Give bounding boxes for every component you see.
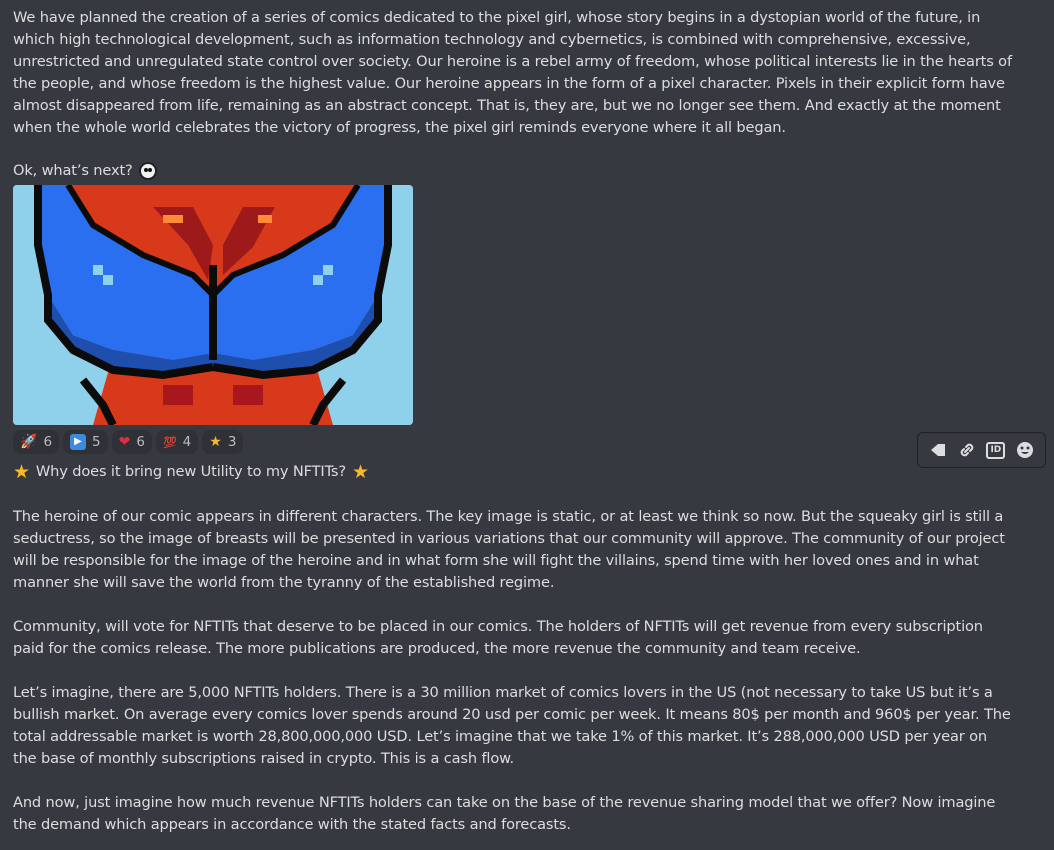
copy-id-icon: ID [986, 441, 1006, 459]
ok-line-text: Ok, what’s next? [13, 162, 133, 179]
add-reaction-icon [931, 444, 946, 456]
reaction-count: 6 [136, 434, 145, 450]
heading-text: Why does it bring new Utility to my NFTI… [35, 463, 346, 480]
copy-link-button[interactable] [955, 438, 979, 462]
reactions-bar: 🚀 6 ▶ 5 ❤ 6 💯 4 ★ 3 [13, 430, 244, 454]
star-icon: ★ [351, 460, 369, 483]
message-heading: ★ Why does it bring new Utility to my NF… [13, 461, 1013, 483]
reaction-rocket[interactable]: 🚀 6 [13, 430, 60, 454]
reaction-star[interactable]: ★ 3 [202, 430, 244, 454]
message-paragraph-4: Let’s imagine, there are 5,000 NFTITs ho… [13, 684, 1011, 767]
message-paragraph-5: And now, just imagine how much revenue N… [13, 794, 996, 833]
star-icon: ★ [209, 434, 222, 450]
panda-emoji-icon [138, 162, 157, 180]
star-icon: ★ [13, 460, 30, 483]
reaction-count: 3 [227, 434, 237, 450]
pixel-art-attachment[interactable] [13, 185, 413, 425]
reaction-count: 5 [92, 434, 101, 450]
add-reaction-button[interactable] [926, 438, 950, 462]
message-ok-line: Ok, what’s next? [13, 160, 1013, 182]
reaction-hundred[interactable]: 💯 4 [155, 430, 199, 454]
hundred-points-icon: 💯 [162, 435, 177, 449]
message-paragraph-3: Community, will vote for NFTITs that des… [13, 618, 983, 657]
message-paragraph-2: The heroine of our comic appears in diff… [13, 508, 1005, 591]
link-icon [960, 443, 974, 457]
copy-id-button[interactable]: ID [984, 438, 1008, 462]
reaction-heart[interactable]: ❤ 6 [111, 430, 152, 454]
play-button-icon: ▶ [70, 434, 87, 450]
rocket-icon: 🚀 [20, 434, 38, 450]
reaction-play[interactable]: ▶ 5 [63, 430, 108, 454]
heart-icon: ❤ [118, 434, 131, 450]
emoji-icon [1016, 442, 1033, 458]
message-paragraph-intro: We have planned the creation of a series… [13, 9, 1012, 136]
emoji-button[interactable] [1013, 438, 1037, 462]
reaction-count: 6 [43, 434, 53, 450]
reaction-count: 4 [182, 434, 192, 450]
